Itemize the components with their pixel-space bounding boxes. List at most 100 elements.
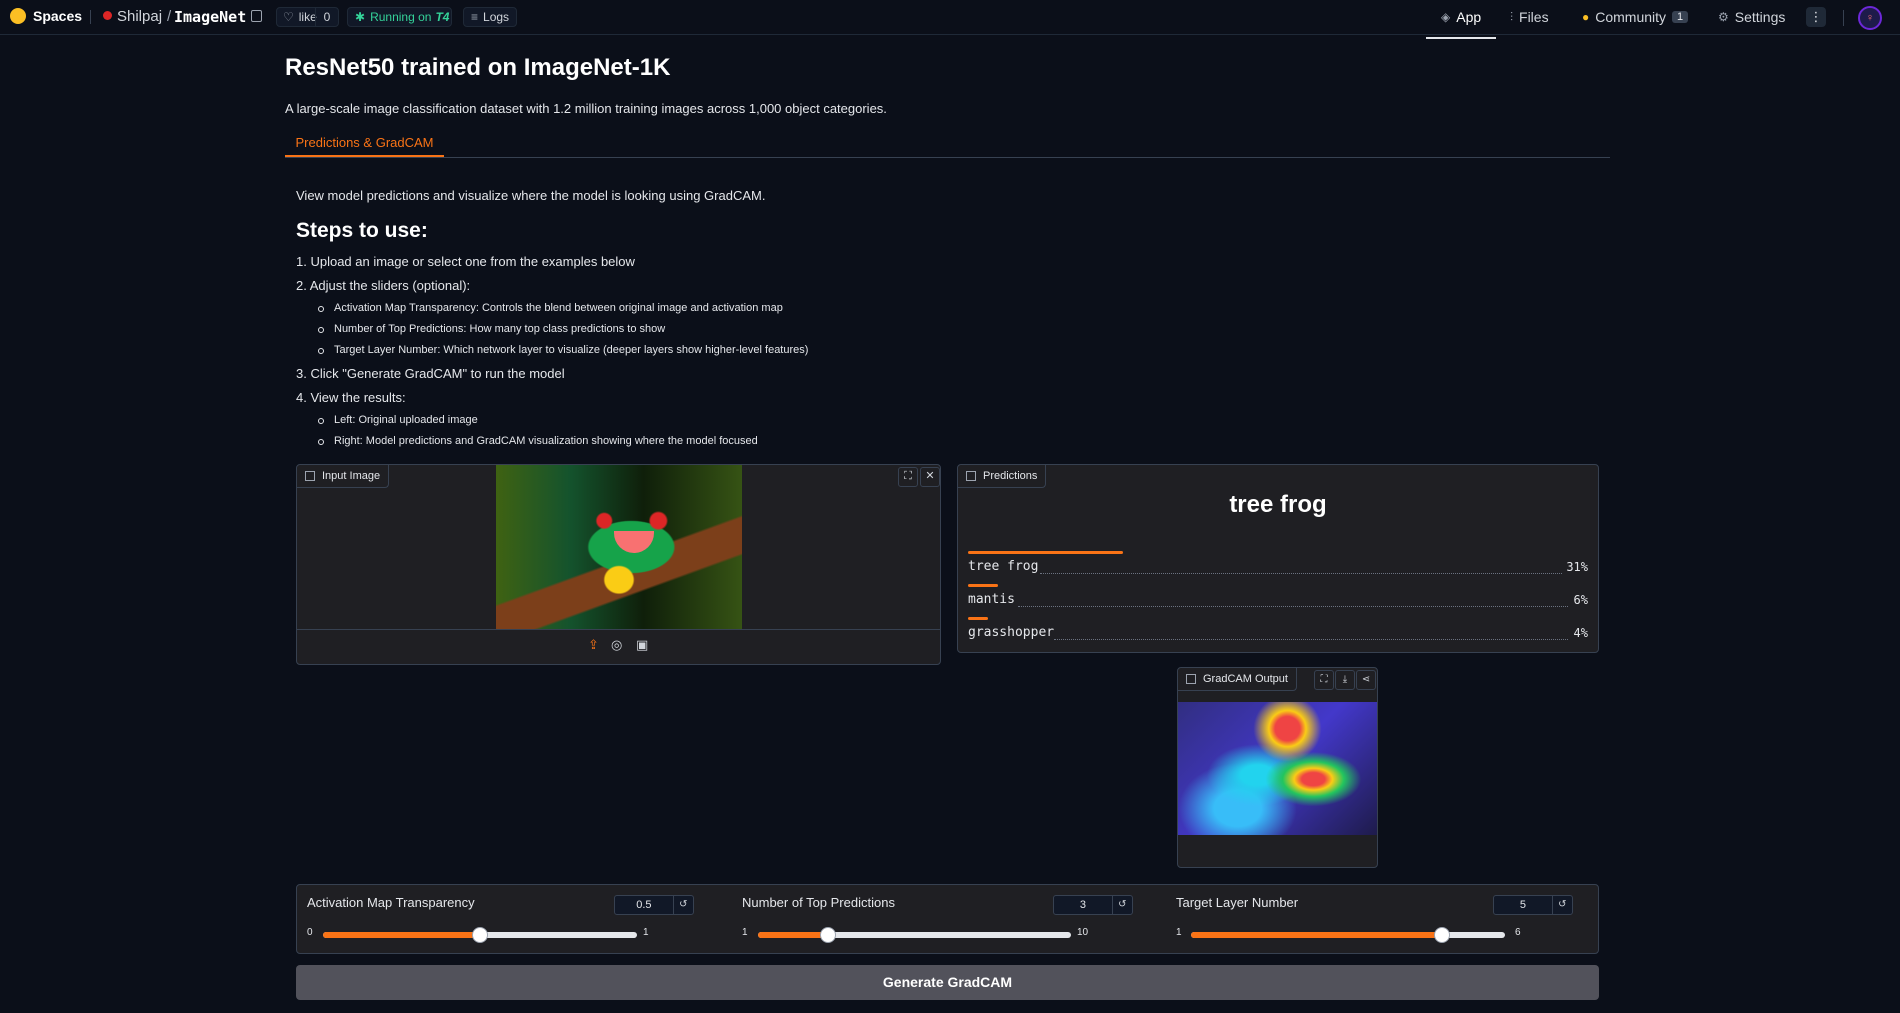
step-3: 3. Click "Generate GradCAM" to run the m…	[296, 366, 565, 381]
owner-avatar-icon	[103, 11, 112, 20]
app-icon: ◈	[1441, 10, 1451, 24]
slider-handle[interactable]	[1434, 927, 1450, 943]
tab-files[interactable]: ⫶ Files	[1510, 9, 1549, 25]
step-4: 4. View the results:	[296, 390, 406, 405]
top-predictions-slider[interactable]	[758, 927, 1071, 943]
runtime-status-badge[interactable]: ✱ Running on T4	[347, 7, 452, 27]
input-image-panel: Input Image ⛶ ✕ ⇪ ◎ ▣	[296, 464, 941, 665]
copy-icon[interactable]	[251, 10, 262, 22]
step-2-item-text: Number of Top Predictions: How many top …	[334, 323, 666, 335]
path-separator: /	[167, 8, 172, 25]
tab-files-label: Files	[1519, 9, 1549, 25]
huggingface-logo-icon[interactable]	[10, 8, 26, 24]
running-label: Running on	[370, 10, 432, 24]
slider-fill	[758, 932, 828, 938]
step-2-item-text: Activation Map Transparency: Controls th…	[334, 302, 783, 314]
page-subtitle: A large-scale image classification datas…	[285, 101, 887, 116]
hardware-label: T4	[435, 10, 450, 24]
transparency-label: Activation Map Transparency	[307, 895, 475, 910]
step-2-item: Activation Map Transparency: Controls th…	[318, 302, 783, 314]
input-image[interactable]	[496, 465, 742, 629]
input-image-label: Input Image	[297, 465, 390, 488]
tab-app-label: App	[1456, 9, 1482, 25]
reset-icon[interactable]: ↺	[672, 896, 693, 914]
tab-divider	[285, 157, 1610, 158]
webcam-icon[interactable]: ◎	[611, 637, 622, 653]
slider-handle[interactable]	[472, 927, 488, 943]
prediction-percent: 4%	[1573, 626, 1588, 640]
tab-settings-label: Settings	[1734, 9, 1786, 25]
target-layer-slider[interactable]	[1191, 927, 1505, 943]
close-icon[interactable]: ✕	[920, 467, 940, 487]
generate-gradcam-button[interactable]: Generate GradCAM	[296, 965, 1599, 1000]
intro-text: View model predictions and visualize whe…	[296, 188, 766, 203]
page-title: ResNet50 trained on ImageNet-1K	[285, 54, 671, 81]
top-prediction: tree frog	[1229, 491, 1327, 518]
repo-link[interactable]: ImageNet	[174, 8, 246, 26]
chart-icon	[966, 471, 976, 481]
leader-dots	[1054, 638, 1568, 640]
leader-dots	[1018, 605, 1568, 607]
predictions-label: Predictions	[958, 465, 1047, 488]
like-button[interactable]: ♡ like 0	[276, 7, 339, 27]
gradcam-image	[1178, 702, 1377, 835]
step-4-item: Right: Model predictions and GradCAM vis…	[318, 435, 758, 447]
input-image-label-text: Input Image	[322, 470, 381, 482]
target-layer-label: Target Layer Number	[1176, 895, 1299, 910]
gradcam-label: GradCAM Output	[1178, 668, 1297, 691]
logs-label: Logs	[483, 10, 510, 24]
heart-icon: ♡	[283, 10, 294, 24]
top-predictions-label: Number of Top Predictions	[742, 895, 895, 910]
sliders-panel: Activation Map Transparency 0.5 ↺ 0 1 Nu…	[296, 884, 1599, 954]
more-options-icon[interactable]: ⋮	[1806, 7, 1826, 27]
divider	[1843, 10, 1844, 26]
slider-fill	[323, 932, 480, 938]
step-4-item: Left: Original uploaded image	[318, 414, 478, 426]
confidence-bar	[968, 551, 1123, 554]
reset-icon[interactable]: ↺	[1111, 896, 1132, 914]
step-4-item-text: Right: Model predictions and GradCAM vis…	[334, 435, 758, 447]
top-predictions-value[interactable]: 3	[1054, 896, 1112, 914]
predictions-panel: Predictions tree frog tree frog 31% mant…	[957, 464, 1599, 653]
spaces-link[interactable]: Spaces	[33, 8, 82, 24]
step-2-item-text: Target Layer Number: Which network layer…	[334, 344, 809, 356]
upload-icon[interactable]: ⇪	[588, 637, 599, 653]
tab-settings[interactable]: ⚙ Settings	[1718, 9, 1785, 25]
fullscreen-icon[interactable]: ⛶	[898, 467, 918, 487]
top-predictions-max: 10	[1077, 927, 1089, 938]
prediction-percent: 31%	[1566, 560, 1588, 574]
tab-app[interactable]: ◈ App	[1441, 9, 1481, 25]
step-2-item: Target Layer Number: Which network layer…	[318, 344, 808, 356]
gradcam-label-text: GradCAM Output	[1203, 673, 1288, 685]
tab-predictions-gradcam[interactable]: Predictions & GradCAM	[285, 131, 444, 157]
top-predictions-number-input[interactable]: 3 ↺	[1053, 895, 1133, 915]
download-icon[interactable]: ⤓	[1335, 670, 1355, 690]
logs-button[interactable]: ≡ Logs	[463, 7, 517, 27]
transparency-number-input[interactable]: 0.5 ↺	[614, 895, 694, 915]
target-layer-min: 1	[1176, 927, 1182, 938]
confidence-bar	[968, 617, 988, 620]
transparency-value[interactable]: 0.5	[615, 896, 673, 914]
owner-link[interactable]: Shilpaj	[117, 8, 162, 25]
fullscreen-icon[interactable]: ⛶	[1314, 670, 1334, 690]
user-avatar[interactable]: ♀	[1858, 6, 1882, 30]
step-4-item-text: Left: Original uploaded image	[334, 414, 478, 426]
target-layer-number-input[interactable]: 5 ↺	[1493, 895, 1573, 915]
like-count: 0	[315, 8, 338, 26]
slider-handle[interactable]	[820, 927, 836, 943]
prediction-label: tree frog	[968, 559, 1039, 574]
reset-icon[interactable]: ↺	[1551, 896, 1572, 914]
divider	[297, 629, 940, 630]
gear-icon: ⚙	[1718, 10, 1729, 24]
image-icon	[305, 471, 315, 481]
tab-community[interactable]: ● Community 1	[1582, 9, 1689, 25]
frog-mouth	[614, 531, 654, 553]
target-layer-value[interactable]: 5	[1494, 896, 1552, 914]
share-icon[interactable]: ⋖	[1356, 670, 1376, 690]
logs-icon: ≡	[471, 10, 479, 24]
divider	[90, 10, 91, 24]
transparency-slider[interactable]	[323, 927, 637, 943]
image-icon	[1186, 674, 1196, 684]
clipboard-icon[interactable]: ▣	[636, 637, 648, 653]
transparency-min: 0	[307, 927, 313, 938]
